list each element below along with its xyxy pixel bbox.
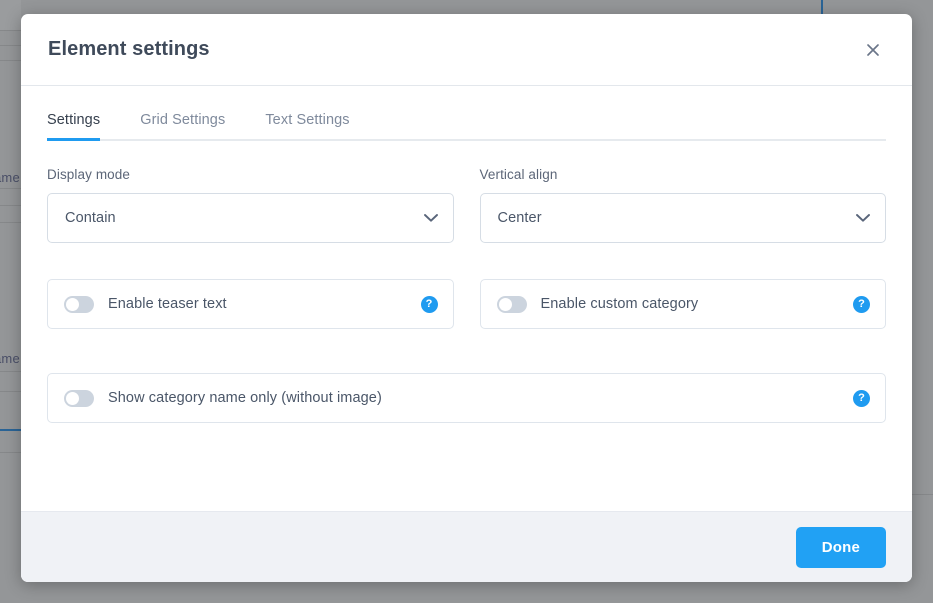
tab-text-settings[interactable]: Text Settings: [265, 108, 349, 139]
help-icon[interactable]: ?: [420, 295, 438, 313]
tab-settings[interactable]: Settings: [47, 108, 101, 141]
backdrop-partial-text: ame: [0, 170, 20, 185]
backdrop-block: [0, 0, 21, 30]
modal-body: Settings Grid Settings Text Settings Dis…: [21, 86, 912, 511]
modal-header: Element settings: [21, 14, 912, 86]
enable-custom-category-toggle[interactable]: [496, 295, 527, 313]
help-icon[interactable]: ?: [853, 295, 870, 313]
close-icon[interactable]: [860, 37, 886, 63]
backdrop-divider: [0, 391, 21, 392]
display-mode-field: Display mode Contain: [47, 167, 454, 243]
display-mode-select[interactable]: Contain: [47, 193, 454, 243]
settings-tab-bar: Settings Grid Settings Text Settings: [47, 108, 886, 141]
vertical-align-field: Vertical align Center: [479, 167, 886, 243]
help-icon[interactable]: ?: [853, 389, 870, 407]
show-category-name-only-label: Show category name only (without image): [108, 390, 382, 406]
backdrop-divider: [0, 222, 21, 223]
enable-teaser-text-card: Enable teaser text ?: [47, 279, 454, 329]
backdrop-divider: [0, 452, 21, 453]
vertical-align-label: Vertical align: [479, 167, 558, 182]
page-title: Element settings: [48, 38, 210, 60]
toggle-knob: [66, 391, 79, 405]
select-field-row: Display mode Contain Vertical align Cent…: [47, 167, 886, 243]
vertical-align-value: Center: [497, 210, 542, 226]
element-settings-modal: Element settings Settings Grid Settings …: [21, 14, 912, 582]
vertical-align-select[interactable]: Center: [479, 193, 886, 243]
chevron-down-icon: [423, 214, 438, 223]
backdrop-divider: [0, 30, 21, 31]
backdrop-active-indicator: [821, 0, 823, 14]
backdrop-partial-text: ame: [0, 351, 20, 366]
enable-custom-category-label: Enable custom category: [540, 296, 699, 312]
tab-grid-settings[interactable]: Grid Settings: [140, 108, 225, 139]
backdrop-divider: [912, 494, 933, 495]
backdrop-divider: [0, 205, 21, 206]
chevron-down-icon: [856, 214, 870, 223]
backdrop-divider: [0, 371, 21, 372]
backdrop-divider: [0, 60, 21, 61]
show-category-name-only-toggle[interactable]: [64, 389, 94, 407]
show-category-name-only-card: Show category name only (without image) …: [47, 373, 886, 423]
toggle-knob: [66, 297, 79, 311]
enable-custom-category-card: Enable custom category ?: [479, 279, 886, 329]
done-button[interactable]: Done: [795, 526, 886, 568]
enable-teaser-text-toggle[interactable]: [64, 295, 94, 313]
display-mode-value: Contain: [65, 210, 116, 226]
toggle-knob: [498, 297, 512, 311]
display-mode-label: Display mode: [47, 167, 130, 182]
enable-teaser-text-label: Enable teaser text: [108, 296, 227, 312]
toggle-row-secondary: Show category name only (without image) …: [47, 373, 886, 423]
modal-footer: Done: [21, 511, 912, 582]
backdrop-divider: [0, 45, 21, 46]
toggle-row-primary: Enable teaser text ? Enable custom categ…: [47, 279, 886, 329]
backdrop-divider: [0, 188, 21, 189]
backdrop-active-indicator: [0, 429, 21, 431]
